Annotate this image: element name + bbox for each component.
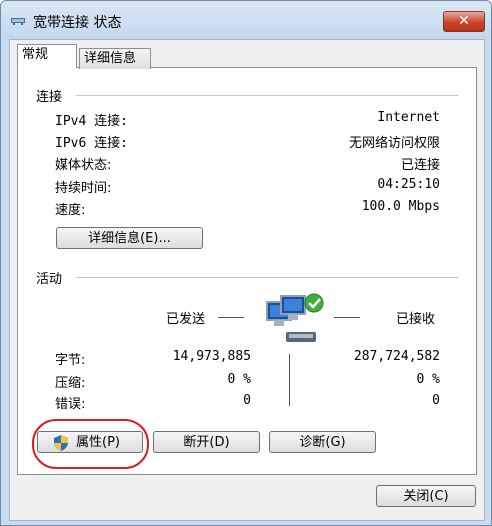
ipv6-label: IPv6 连接: xyxy=(55,136,128,151)
bytes-label: 字节: xyxy=(55,353,86,368)
ipv6-value: 无网络访问权限 xyxy=(348,136,440,151)
received-label: 已接收 xyxy=(396,312,436,327)
speed-value: 100.0 Mbps xyxy=(361,199,440,214)
connection-group-title: 连接 xyxy=(36,90,63,105)
received-line xyxy=(334,317,360,318)
activity-separator-line xyxy=(289,354,290,406)
sent-label: 已发送 xyxy=(166,312,206,327)
window-title: 宽带连接 状态 xyxy=(33,15,122,31)
properties-highlight-circle xyxy=(32,419,149,469)
connection-status-window: 宽带连接 状态 ✕ 常规 详细信息 连接 IPv4 连接: Internet I… xyxy=(0,0,492,526)
compression-label: 压缩: xyxy=(55,376,86,391)
network-connection-icon xyxy=(11,18,25,25)
speed-label: 速度: xyxy=(55,203,86,218)
activity-group-title: 活动 xyxy=(36,272,63,287)
diagnose-button[interactable]: 诊断(G) xyxy=(269,431,376,453)
close-button[interactable]: 关闭(C) xyxy=(376,485,476,507)
compression-sent-value: 0 % xyxy=(227,372,251,387)
connection-divider xyxy=(76,95,458,96)
duration-value: 04:25:10 xyxy=(377,177,440,192)
errors-received-value: 0 xyxy=(432,393,440,408)
sent-line xyxy=(218,317,244,318)
compression-received-value: 0 % xyxy=(416,372,440,387)
activity-divider xyxy=(76,277,458,278)
bytes-sent-value: 14,973,885 xyxy=(172,349,251,364)
duration-label: 持续时间: xyxy=(55,181,112,196)
errors-sent-value: 0 xyxy=(243,393,251,408)
close-window-button[interactable]: ✕ xyxy=(443,11,485,32)
media-state-label: 媒体状态: xyxy=(55,158,112,173)
tab-details[interactable]: 详细信息 xyxy=(79,48,151,69)
media-state-value: 已连接 xyxy=(400,158,440,173)
errors-label: 错误: xyxy=(55,397,86,412)
tab-panel-general: 连接 IPv4 连接: Internet IPv6 连接: 无网络访问权限 媒体… xyxy=(17,67,477,475)
ipv4-value: Internet xyxy=(377,110,440,125)
network-computers-icon xyxy=(266,293,324,342)
disconnect-button[interactable]: 断开(D) xyxy=(153,431,260,453)
tab-general[interactable]: 常规 xyxy=(17,44,77,68)
ipv4-label: IPv4 连接: xyxy=(55,114,128,129)
details-button[interactable]: 详细信息(E)... xyxy=(56,227,203,249)
bytes-received-value: 287,724,582 xyxy=(353,349,440,364)
title-bar[interactable]: 宽带连接 状态 ✕ xyxy=(1,1,491,39)
